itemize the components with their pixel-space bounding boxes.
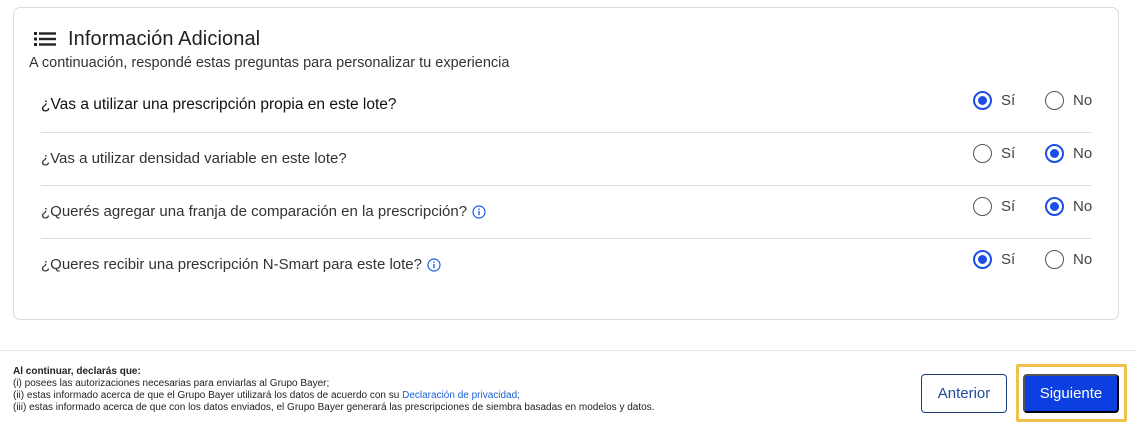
question-label: ¿Querés agregar una franja de comparació… bbox=[41, 203, 468, 220]
question-label: ¿Vas a utilizar una prescripción propia … bbox=[41, 96, 397, 113]
radio-no-unchecked-icon[interactable] bbox=[1045, 91, 1064, 110]
previous-button[interactable]: Anterior bbox=[921, 374, 1007, 413]
radio-no-unchecked-icon[interactable] bbox=[1045, 250, 1064, 269]
radio-yes-label: Sí bbox=[1001, 92, 1016, 109]
yes-no-radio-group: Sí No bbox=[973, 197, 1092, 216]
radio-no[interactable]: No bbox=[1045, 144, 1092, 163]
radio-yes-unchecked-icon[interactable] bbox=[973, 197, 992, 216]
radio-yes-label: Sí bbox=[1001, 251, 1016, 268]
card-header: Información Adicional bbox=[33, 27, 260, 51]
section-title: Información Adicional bbox=[68, 27, 261, 50]
radio-no-label: No bbox=[1073, 145, 1093, 162]
list-icon bbox=[34, 32, 56, 46]
radio-yes[interactable]: Sí bbox=[973, 144, 1045, 163]
radio-no-checked-icon[interactable] bbox=[1045, 144, 1064, 163]
disclaimer-line-2: (ii) estas informado acerca de que el Gr… bbox=[13, 390, 654, 402]
question-label: ¿Queres recibir una prescripción N-Smart… bbox=[41, 256, 422, 273]
privacy-policy-link[interactable]: Declaración de privacidad; bbox=[402, 390, 520, 401]
radio-yes[interactable]: Sí bbox=[973, 250, 1045, 269]
question-row: ¿Vas a utilizar densidad variable en est… bbox=[41, 133, 1092, 186]
question-label: ¿Vas a utilizar densidad variable en est… bbox=[41, 150, 347, 167]
yes-no-radio-group: Sí No bbox=[973, 250, 1092, 269]
radio-no[interactable]: No bbox=[1045, 250, 1092, 269]
legal-disclaimer: Al continuar, declarás que: (i) posees l… bbox=[13, 366, 654, 414]
info-icon[interactable] bbox=[472, 204, 486, 219]
radio-no-label: No bbox=[1073, 198, 1093, 215]
disclaimer-line-2-text: (ii) estas informado acerca de que el Gr… bbox=[13, 390, 403, 401]
disclaimer-line-1: (i) posees las autorizaciones necesarias… bbox=[13, 378, 330, 389]
radio-no-label: No bbox=[1073, 251, 1093, 268]
question-text: ¿Vas a utilizar una prescripción propia … bbox=[41, 96, 397, 114]
disclaimer-line-3: (iii) estas informado acerca de que con … bbox=[13, 402, 655, 413]
question-text: ¿Querés agregar una franja de comparació… bbox=[41, 203, 486, 220]
yes-no-radio-group: Sí No bbox=[973, 144, 1092, 163]
radio-yes[interactable]: Sí bbox=[973, 197, 1045, 216]
question-row: ¿Querés agregar una franja de comparació… bbox=[41, 186, 1092, 239]
info-icon[interactable] bbox=[427, 257, 441, 272]
radio-yes-checked-icon[interactable] bbox=[973, 91, 992, 110]
footer-divider bbox=[0, 350, 1137, 351]
question-text: ¿Queres recibir una prescripción N-Smart… bbox=[41, 256, 441, 273]
radio-no[interactable]: No bbox=[1045, 197, 1092, 216]
additional-info-card: Información Adicional A continuación, re… bbox=[13, 7, 1119, 320]
question-row: ¿Queres recibir una prescripción N-Smart… bbox=[41, 239, 1092, 292]
radio-yes-label: Sí bbox=[1001, 198, 1016, 215]
yes-no-radio-group: Sí No bbox=[973, 91, 1092, 110]
radio-yes-unchecked-icon[interactable] bbox=[973, 144, 992, 163]
radio-no-label: No bbox=[1073, 92, 1093, 109]
disclaimer-lead: Al continuar, declarás que: bbox=[13, 366, 141, 377]
question-text: ¿Vas a utilizar densidad variable en est… bbox=[41, 150, 347, 167]
section-subtitle: A continuación, respondé estas preguntas… bbox=[29, 55, 510, 71]
next-button[interactable]: Siguiente bbox=[1023, 374, 1119, 413]
radio-yes[interactable]: Sí bbox=[973, 91, 1045, 110]
radio-yes-label: Sí bbox=[1001, 145, 1016, 162]
radio-yes-checked-icon[interactable] bbox=[973, 250, 992, 269]
question-list: ¿Vas a utilizar una prescripción propia … bbox=[41, 80, 1092, 292]
question-row: ¿Vas a utilizar una prescripción propia … bbox=[41, 80, 1092, 133]
radio-no[interactable]: No bbox=[1045, 91, 1092, 110]
radio-no-checked-icon[interactable] bbox=[1045, 197, 1064, 216]
